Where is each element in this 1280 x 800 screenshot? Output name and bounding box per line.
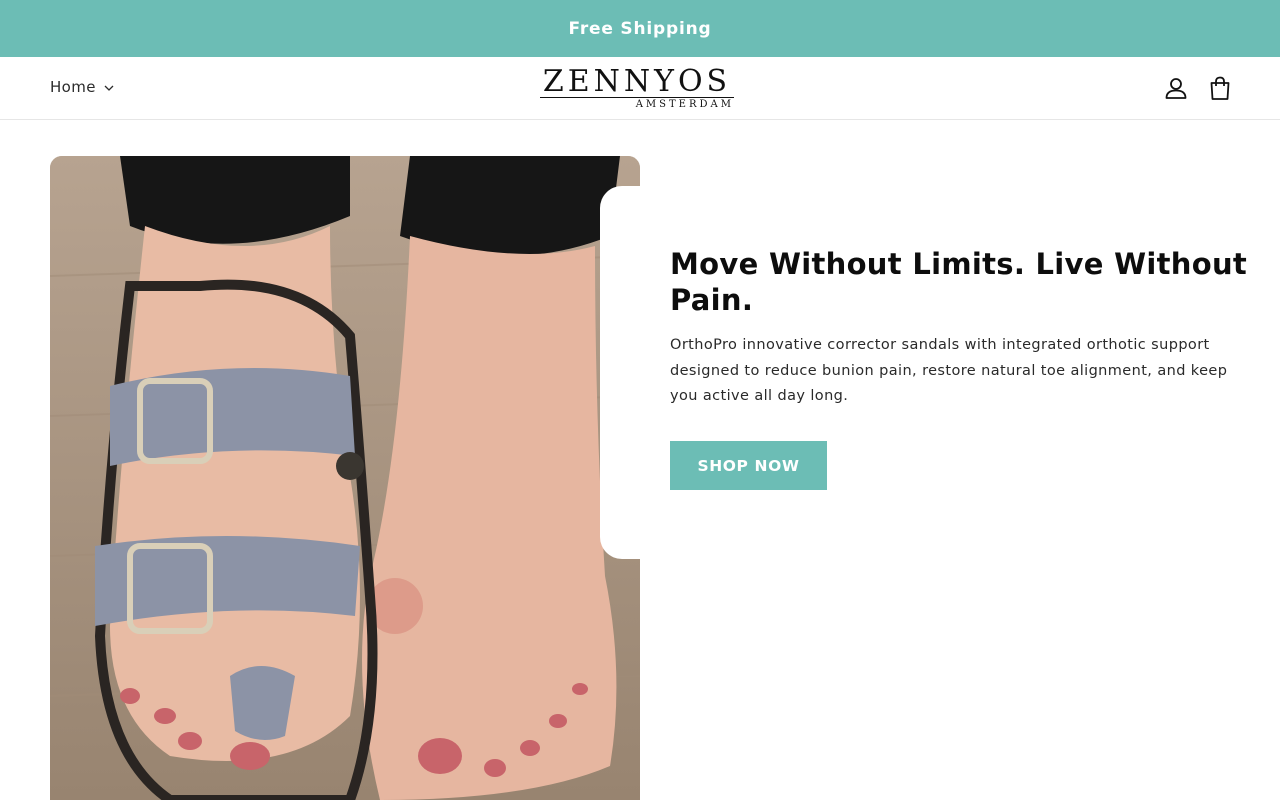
hero-product-image xyxy=(50,156,640,800)
cart-icon xyxy=(1210,76,1230,100)
brand-logo[interactable]: ZENNYOS AMSTERDAM xyxy=(540,67,734,111)
site-header: Home ZENNYOS AMSTERDAM xyxy=(0,57,1280,120)
account-icon xyxy=(1165,78,1187,99)
sandal-on-foot-illustration xyxy=(50,156,640,800)
logo-subtitle-text: AMSTERDAM xyxy=(540,97,734,111)
nav-home-label: Home xyxy=(50,78,96,96)
hero-headline: Move Without Limits. Live Without Pain. xyxy=(670,247,1248,317)
shop-now-button[interactable]: SHOP NOW xyxy=(670,441,827,490)
announcement-text: Free Shipping xyxy=(568,18,712,39)
nav-home-menu[interactable]: Home xyxy=(50,78,114,96)
cart-button[interactable] xyxy=(1207,75,1233,101)
chevron-down-icon xyxy=(104,85,114,91)
logo-brand-text: ZENNYOS xyxy=(542,67,732,97)
announcement-bar: Free Shipping xyxy=(0,0,1280,57)
hero-description: OrthoPro innovative corrector sandals wi… xyxy=(670,337,1228,404)
account-button[interactable] xyxy=(1163,75,1189,101)
